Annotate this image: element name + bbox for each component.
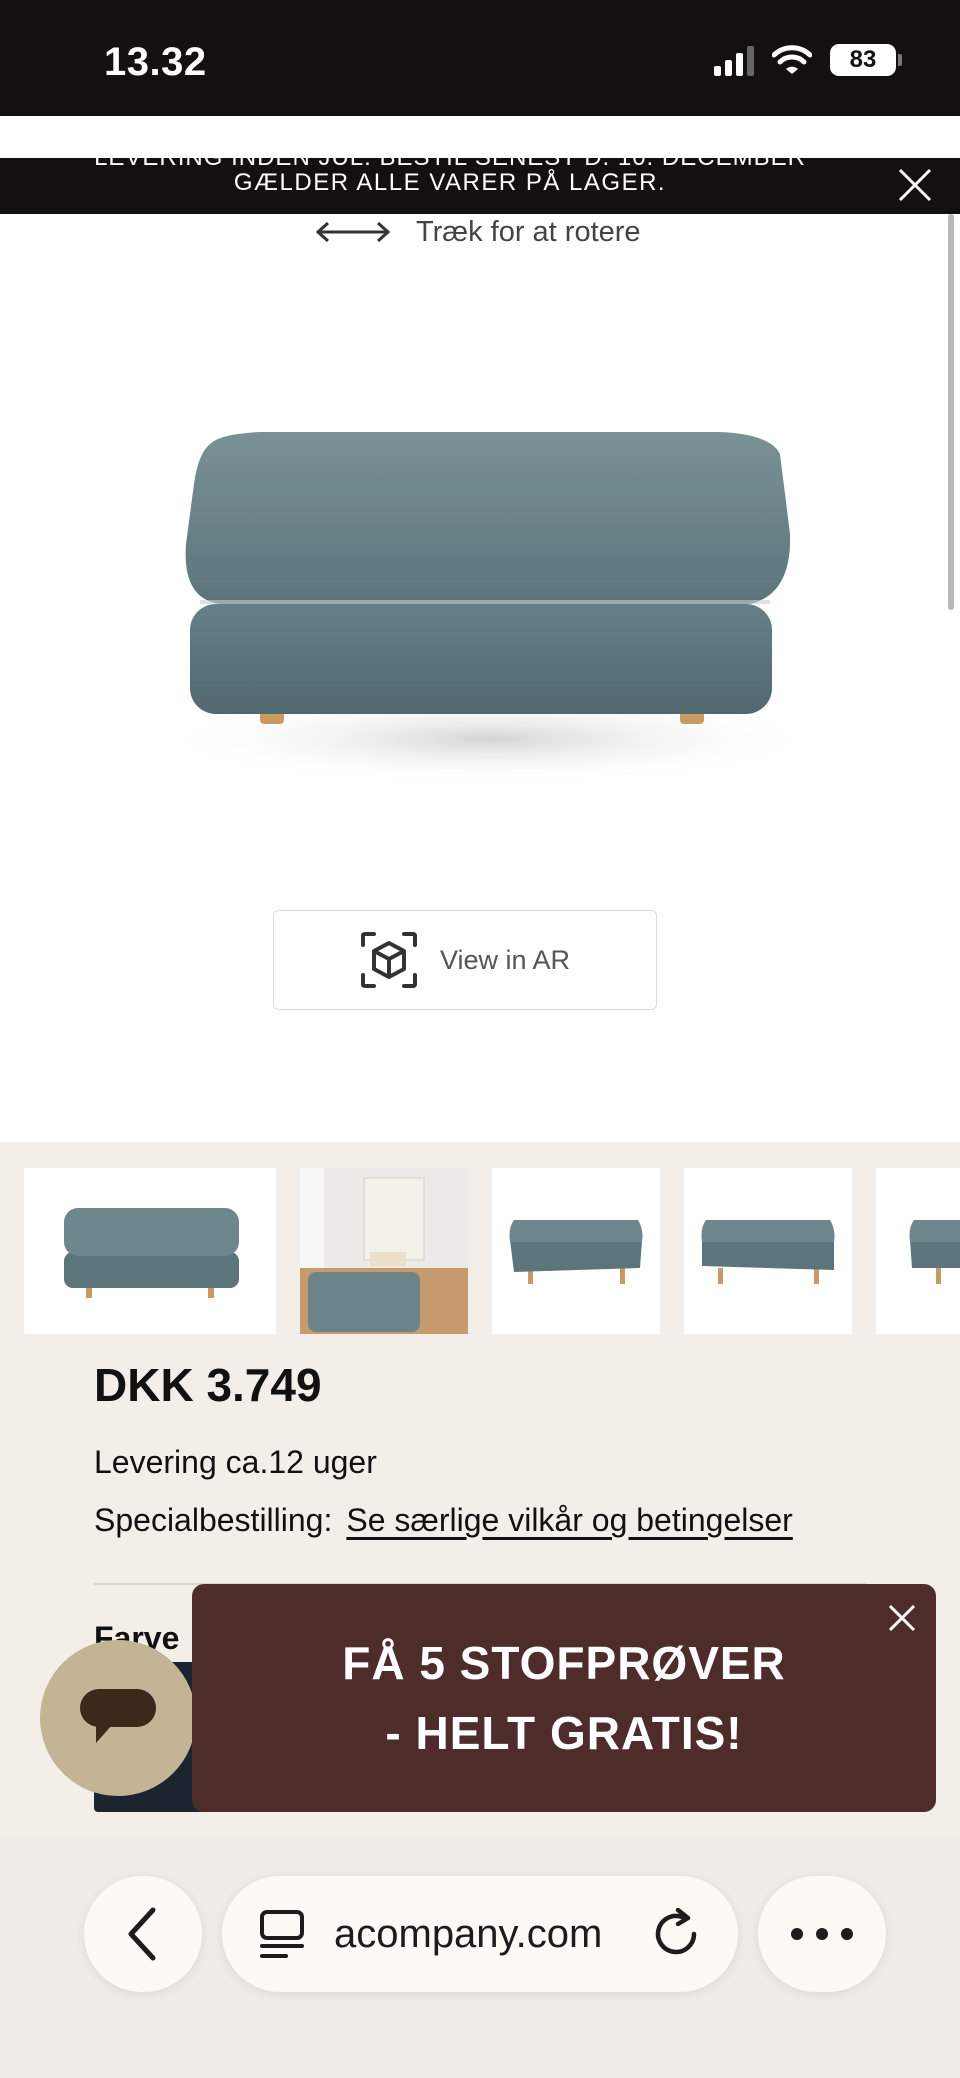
- ottoman-image[interactable]: [120, 414, 860, 794]
- banner-line-2: GÆLDER ALLE VARER PÅ LAGER.: [233, 169, 667, 196]
- view-in-ar-button[interactable]: View in AR: [273, 910, 657, 1010]
- product-price: DKK 3.749: [94, 1359, 322, 1411]
- more-button[interactable]: [758, 1876, 886, 1992]
- thumbnail-4[interactable]: [684, 1168, 852, 1334]
- rotate-arrows-icon: [316, 221, 390, 243]
- more-dots-icon: [791, 1928, 853, 1940]
- promo-line-2: - HELT GRATIS!: [385, 1707, 743, 1759]
- popup-close-icon[interactable]: [882, 1598, 922, 1638]
- signal-icon: [714, 44, 754, 76]
- chat-button[interactable]: [40, 1640, 196, 1796]
- thumbnail-5[interactable]: [876, 1168, 960, 1334]
- battery-level: 83: [849, 46, 877, 73]
- back-button[interactable]: [84, 1876, 202, 1992]
- special-order: Specialbestilling: Se særlige vilkår og …: [94, 1502, 793, 1539]
- rotate-hint: Træk for at rotere: [316, 214, 641, 250]
- url-text: acompany.com: [334, 1911, 603, 1956]
- status-bar: 13.32 83: [0, 0, 960, 116]
- ar-cube-icon: [360, 932, 417, 988]
- promo-line-1: FÅ 5 STOFPRØVER: [342, 1637, 786, 1689]
- delivery-info: Levering ca.12 uger: [94, 1444, 377, 1480]
- page-top-strip: [0, 116, 960, 158]
- reload-icon[interactable]: [652, 1908, 702, 1960]
- thumbnail-image: [64, 1208, 239, 1298]
- free-samples-popup[interactable]: FÅ 5 STOFPRØVER - HELT GRATIS!: [192, 1584, 936, 1812]
- banner-close-icon[interactable]: [894, 164, 936, 206]
- announcement-banner: LEVERING INDEN JUL: BESTIL SENEST D. 10.…: [0, 158, 960, 214]
- browser-toolbar: acompany.com: [0, 1836, 960, 2078]
- thumbnail-carousel[interactable]: [0, 1168, 960, 1334]
- status-icons: 83: [714, 44, 902, 76]
- terms-link[interactable]: Se særlige vilkår og betingelser: [346, 1502, 792, 1539]
- thumbnail-3[interactable]: [492, 1168, 660, 1334]
- status-time: 13.32: [104, 40, 207, 84]
- thumbnail-image: [509, 1220, 643, 1284]
- chat-icon: [80, 1689, 156, 1743]
- thumbnail-image: [701, 1220, 835, 1284]
- scrollbar[interactable]: [948, 214, 954, 610]
- address-bar[interactable]: acompany.com: [222, 1876, 738, 1992]
- view-in-ar-label: View in AR: [439, 944, 571, 975]
- special-order-label: Specialbestilling:: [94, 1502, 333, 1538]
- product-viewer[interactable]: Træk for at rotere View in AR: [0, 214, 960, 1142]
- thumbnail-2[interactable]: [300, 1168, 468, 1334]
- thumbnail-image: [909, 1220, 960, 1284]
- page-menu-icon[interactable]: [256, 1908, 308, 1960]
- chevron-left-icon: [128, 1907, 156, 1961]
- wifi-icon: [772, 45, 812, 74]
- battery-icon: 83: [830, 44, 902, 76]
- thumbnail-image: [300, 1168, 468, 1334]
- thumbnail-1[interactable]: [24, 1168, 276, 1334]
- rotate-hint-text: Træk for at rotere: [416, 215, 641, 248]
